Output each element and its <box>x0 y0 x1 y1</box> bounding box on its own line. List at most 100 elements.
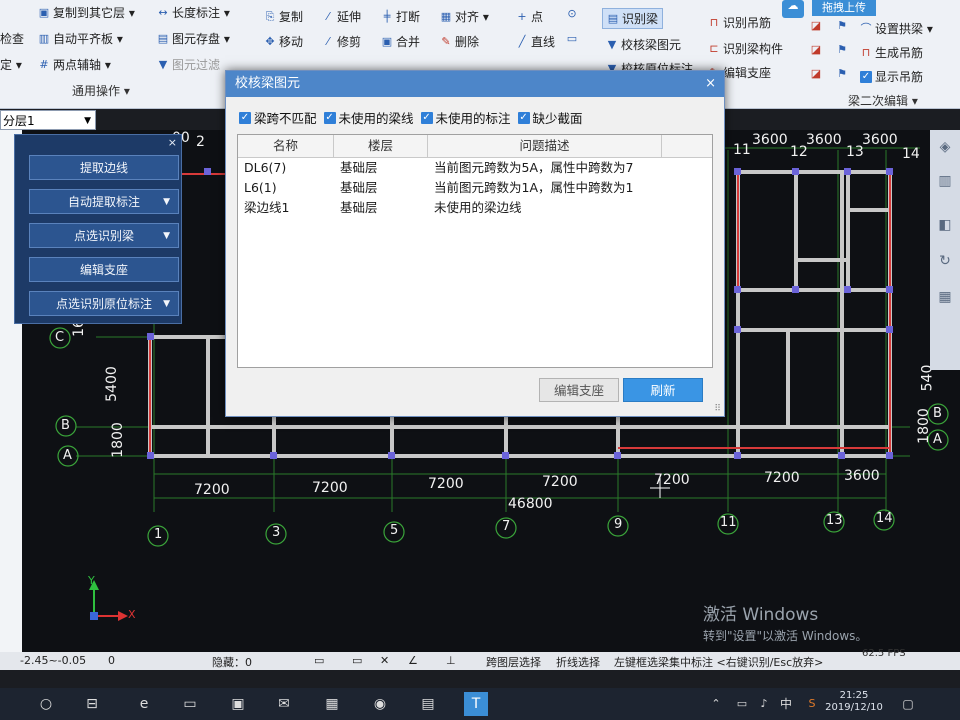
identify-beam-member-button[interactable]: ⊏ 识别梁构件 <box>708 40 783 57</box>
circle-tool[interactable]: ⊙ <box>566 8 578 20</box>
auto-align-slab-button[interactable]: ▥ 自动平齐板 ▾ <box>38 30 123 47</box>
notification-icon[interactable]: ▢ <box>896 692 920 716</box>
element-filter-button[interactable]: ▼ 图元过滤 <box>157 56 220 73</box>
length-dimension-button[interactable]: ↔ 长度标注 ▾ <box>157 4 229 21</box>
store-icon[interactable]: ▣ <box>226 692 250 716</box>
missing-section-checkbox[interactable]: ✓ 缺少截面 <box>517 108 583 127</box>
secondary-tool-1[interactable]: ◪ <box>810 20 822 32</box>
secondary-tool-4[interactable]: ⚑ <box>836 44 848 56</box>
column-header-name[interactable]: 名称 <box>238 135 334 157</box>
polyline-select-toggle[interactable]: 折线选择 <box>556 654 600 670</box>
mail-icon[interactable]: ✉ <box>272 692 296 716</box>
table-row[interactable]: DL6(7) 基础层 当前图元跨数为5A，属性中跨数为7 <box>238 158 712 178</box>
task-view-icon[interactable]: ⊟ <box>80 692 104 716</box>
generate-hanger-icon: ⊓ <box>861 45 871 59</box>
glodon-app-icon[interactable]: T <box>464 692 488 716</box>
resize-grip-icon[interactable]: ⠿ <box>714 404 721 414</box>
two-point-axis-button[interactable]: # 两点辅轴 ▾ <box>38 56 110 73</box>
row-floor: 基础层 <box>340 200 378 215</box>
trim-button[interactable]: ⁄ 修剪 <box>322 33 361 50</box>
bottom-axis-label: 9 <box>614 517 623 532</box>
hidden-count: 隐藏：0 <box>212 656 252 669</box>
check-beam-element-button[interactable]: ▼ 校核梁图元 <box>606 36 681 53</box>
calculator-icon[interactable]: ▦ <box>934 286 956 308</box>
network-icon[interactable]: ▭ <box>730 692 754 716</box>
chevron-down-icon: ▼ <box>163 298 170 309</box>
rotate-view-icon[interactable]: ↻ <box>934 250 956 272</box>
view-cube-icon[interactable]: ◈ <box>934 136 956 158</box>
edit-support-dialog-button[interactable]: 编辑支座 <box>539 378 619 402</box>
move-icon: ✥ <box>265 34 275 48</box>
file-explorer-icon[interactable]: ▭ <box>178 692 202 716</box>
move-button[interactable]: ✥ 移动 <box>264 33 303 50</box>
taskbar-app-icon[interactable]: ▤ <box>416 692 440 716</box>
auto-extract-annotation-button[interactable]: 自动提取标注 ▼ <box>29 189 179 214</box>
copy-to-other-layer-button[interactable]: ▣ 复制到其它层 ▾ <box>38 4 135 21</box>
drag-upload-button[interactable]: 拖拽上传 <box>812 0 876 16</box>
identify-beam-icon: ▤ <box>607 11 619 25</box>
rect-tool[interactable]: ▭ <box>566 33 578 45</box>
secondary-tool-5[interactable]: ◪ <box>810 68 822 80</box>
volume-icon[interactable]: ♪ <box>752 692 776 716</box>
box-view-icon[interactable]: ◧ <box>934 214 956 236</box>
merge-icon: ▣ <box>381 34 393 48</box>
antivirus-icon[interactable]: S <box>800 692 824 716</box>
break-button[interactable]: ╪ 打断 <box>381 8 420 25</box>
generate-hanger-button[interactable]: ⊓ 生成吊筋 <box>860 44 923 61</box>
span-mismatch-checkbox[interactable]: ✓ 梁跨不匹配 <box>239 108 317 127</box>
beam-secondary-edit-group-label[interactable]: 梁二次编辑 ▾ <box>848 92 918 109</box>
close-icon[interactable]: × <box>705 71 716 97</box>
dialog-title-bar[interactable]: 校核梁图元 × <box>226 71 724 97</box>
save-element-button[interactable]: ▤ 图元存盘 ▾ <box>157 30 230 47</box>
front-view-icon[interactable]: ▥ <box>934 170 956 192</box>
layer-select[interactable]: 分层1 ▼ <box>0 110 96 130</box>
merge-button[interactable]: ▣ 合并 <box>381 33 420 50</box>
column-header-floor[interactable]: 楼层 <box>334 135 428 157</box>
system-tray-icon[interactable]: ⌃ <box>704 692 728 716</box>
taskbar-app-icon[interactable]: ▦ <box>320 692 344 716</box>
secondary-tool-2[interactable]: ⚑ <box>836 20 848 32</box>
bottom-axis-label: 5 <box>390 523 399 538</box>
identify-beam-button[interactable]: ▤ 识别梁 <box>602 8 664 29</box>
point-identify-beam-button[interactable]: 点选识别梁 ▼ <box>29 223 179 248</box>
clock[interactable]: 21:25 2019/12/10 <box>824 690 884 714</box>
point-button[interactable]: + 点 <box>516 8 543 25</box>
show-hanger-checkbox[interactable]: ✓ 显示吊筋 <box>860 68 923 85</box>
table-row[interactable]: 梁边线1 基础层 未使用的梁边线 <box>238 198 712 218</box>
ribbon-define[interactable]: 定 ▾ <box>0 56 22 73</box>
delete-button[interactable]: ✎ 删除 <box>440 33 479 50</box>
panel-edit-support-button[interactable]: 编辑支座 <box>29 257 179 282</box>
unused-annotation-checkbox[interactable]: ✓ 未使用的标注 <box>420 108 511 127</box>
start-icon[interactable]: ○ <box>34 692 58 716</box>
snap-tool-4[interactable]: ∠ <box>408 654 418 667</box>
secondary-tool-3[interactable]: ◪ <box>810 44 822 56</box>
cross-layer-select-toggle[interactable]: 跨图层选择 <box>486 654 541 670</box>
set-arch-beam-button[interactable]: ⌒ 设置拱梁 ▾ <box>860 20 933 37</box>
general-ops-group-label[interactable]: 通用操作 ▾ <box>72 82 130 99</box>
identify-hanger-button[interactable]: ⊓ 识别吊筋 <box>708 14 771 31</box>
unused-beam-line-checkbox[interactable]: ✓ 未使用的梁线 <box>323 108 414 127</box>
right-dim-label: 1800 <box>915 408 932 444</box>
point-identify-inplace-annotation-button[interactable]: 点选识别原位标注 ▼ <box>29 291 179 316</box>
cloud-icon-button[interactable]: ☁ <box>782 0 804 18</box>
snap-tool-3[interactable]: ✕ <box>380 654 389 667</box>
extract-edge-button[interactable]: 提取边线 <box>29 155 179 180</box>
snap-tool-5[interactable]: ⊥ <box>446 654 456 667</box>
edge-browser-icon[interactable]: e <box>132 692 156 716</box>
snap-tool-1[interactable]: ▭ <box>314 654 324 667</box>
wechat-icon[interactable]: ◉ <box>368 692 392 716</box>
line-button[interactable]: ╱ 直线 <box>516 33 555 50</box>
ime-indicator[interactable]: 中 <box>774 692 798 716</box>
status-zero: 0 <box>108 654 115 667</box>
close-icon[interactable]: × <box>168 136 177 149</box>
extend-button[interactable]: ⁄ 延伸 <box>322 8 361 25</box>
align-button[interactable]: ▦ 对齐 ▾ <box>440 8 489 25</box>
column-header-description[interactable]: 问题描述 <box>428 135 662 157</box>
refresh-button[interactable]: 刷新 <box>623 378 703 402</box>
snap-tool-2[interactable]: ▭ <box>352 654 362 667</box>
secondary-tool-6[interactable]: ⚑ <box>836 68 848 80</box>
ribbon-check[interactable]: 检查 <box>0 30 24 47</box>
table-row[interactable]: L6(1) 基础层 当前图元跨数为1A，属性中跨数为1 <box>238 178 712 198</box>
copy-button[interactable]: ⎘ 复制 <box>264 8 303 25</box>
bottom-dim-label: 7200 <box>542 474 578 490</box>
